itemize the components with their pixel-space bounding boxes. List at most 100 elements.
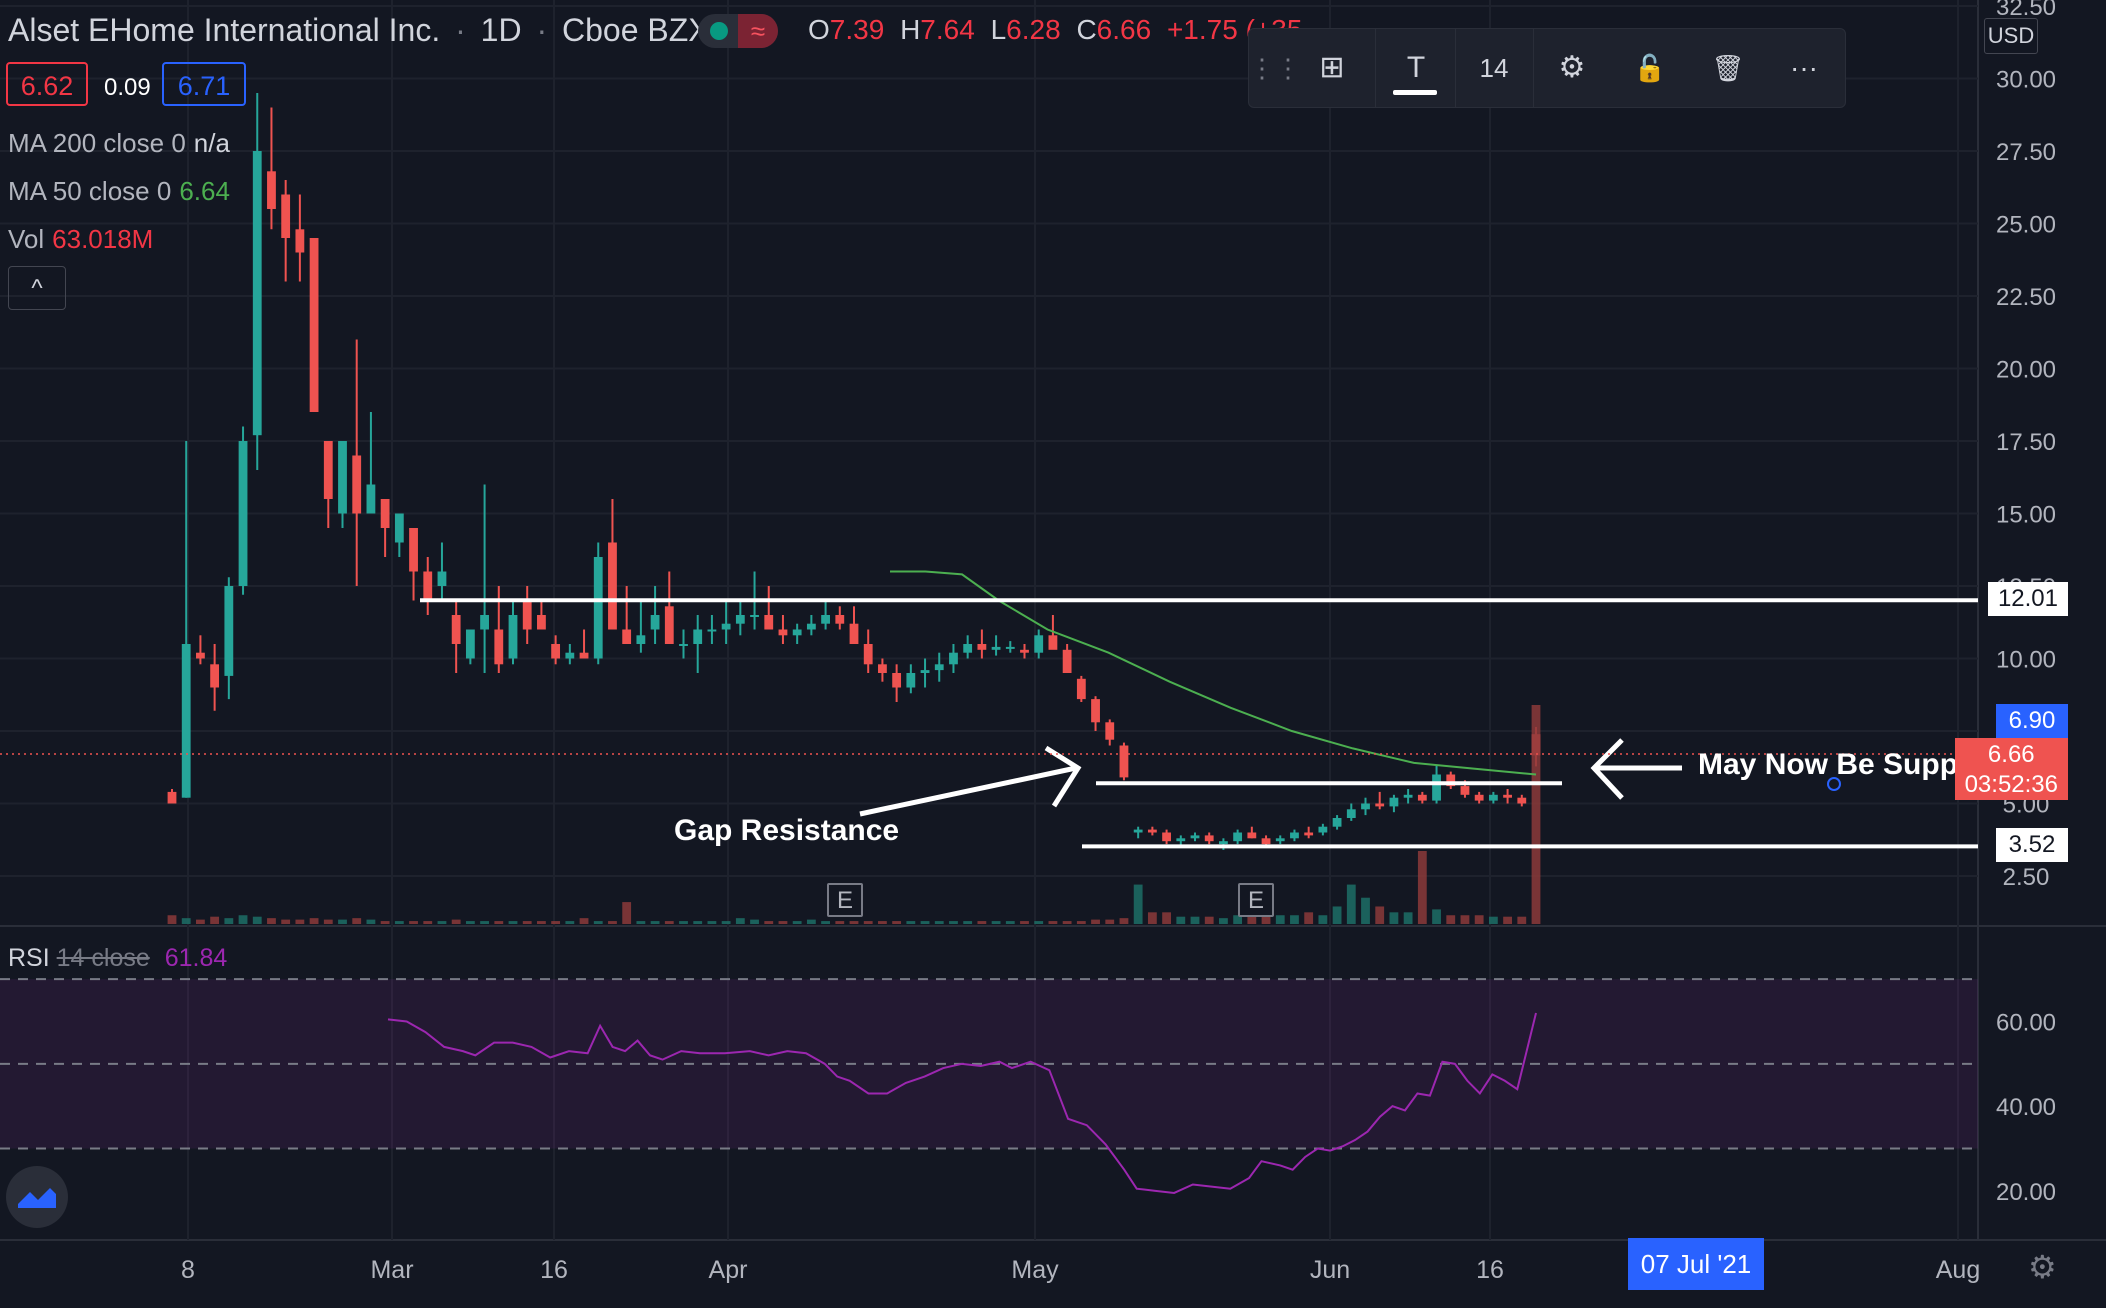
collapse-legend-button[interactable]: ^	[8, 266, 66, 310]
rsi-legend[interactable]: RSI 14 close 61.84	[8, 944, 227, 973]
rsi-tick-label: 40.00	[1996, 1094, 2056, 1121]
trash-icon[interactable]: 🗑	[1691, 29, 1765, 107]
candle-body	[480, 615, 489, 630]
y-tick-label: 25.00	[1996, 212, 2056, 239]
candle-body	[792, 629, 802, 636]
volume-bar	[1290, 915, 1299, 924]
earnings-marker[interactable]: E	[827, 883, 863, 917]
volume-bar	[1048, 921, 1058, 924]
candle-body	[551, 644, 561, 659]
y-tick-label: 17.50	[1996, 429, 2056, 456]
candle-body	[1488, 794, 1498, 801]
volume-bar	[323, 919, 333, 924]
volume-bar	[1133, 884, 1143, 924]
buy-price-box[interactable]: 6.71	[162, 62, 246, 106]
volume-bar	[650, 921, 660, 924]
volume-bar	[380, 921, 390, 924]
volume-bar	[1517, 916, 1527, 924]
chevron-up-icon: ^	[31, 275, 43, 302]
candle-body	[991, 646, 1001, 650]
candle-body	[622, 629, 632, 644]
volume-bar	[537, 921, 546, 924]
candle-body	[1346, 809, 1356, 818]
bar-countdown: 03:52:36	[1964, 771, 2058, 798]
candle-body	[1375, 803, 1385, 807]
volume-bar	[849, 921, 859, 924]
volume-bar	[494, 921, 504, 924]
volume-bar	[267, 918, 276, 924]
volume-bar	[878, 921, 887, 924]
volume-bar	[451, 919, 461, 924]
volume-bar	[835, 921, 845, 924]
high-value: 7.64	[920, 14, 975, 45]
market-status-toggle[interactable]: ≈	[698, 14, 778, 48]
candle-body	[1219, 841, 1228, 845]
candle-body	[1091, 699, 1100, 723]
level-label-low: 3.52	[1996, 828, 2068, 862]
price-chart[interactable]: 8Mar16AprMayJun16Aug2.505.007.5010.0012.…	[0, 0, 2106, 1308]
candle-body	[835, 615, 845, 624]
candle-body	[281, 194, 291, 238]
y-tick-label: 2.50	[2003, 864, 2050, 891]
text-icon: T	[1406, 51, 1426, 84]
candle-body	[920, 670, 930, 673]
volume-bar	[508, 921, 518, 924]
volume-bar	[1531, 705, 1541, 924]
volume-legend[interactable]: Vol 63.018M	[8, 224, 153, 255]
candle-body	[608, 542, 617, 630]
volume-bar	[252, 916, 262, 924]
volume-bar	[437, 921, 447, 924]
candle-body	[1290, 832, 1299, 839]
rsi-name: RSI	[8, 944, 50, 972]
volume-bar	[167, 915, 177, 924]
candle-body	[693, 629, 703, 644]
lock-icon[interactable]: 🔓	[1613, 29, 1687, 107]
candle-body	[1133, 829, 1143, 833]
candle-body	[1403, 794, 1413, 798]
ma50-legend[interactable]: MA 50 close 0 6.64	[8, 176, 230, 207]
settings-icon[interactable]: ⚙	[1535, 29, 1609, 107]
candle-body	[1119, 745, 1129, 778]
axis-settings-icon[interactable]: ⚙	[2028, 1248, 2057, 1286]
symbol-name[interactable]: Alset EHome International Inc.	[8, 12, 440, 48]
volume-bar	[1304, 912, 1314, 924]
tradingview-logo-icon[interactable]	[6, 1166, 68, 1228]
candle-body	[735, 615, 745, 624]
candle-body	[977, 644, 987, 650]
gap-resistance-label[interactable]: Gap Resistance	[674, 814, 899, 848]
rsi-tick-label: 60.00	[1996, 1010, 2056, 1037]
candle-body	[707, 629, 717, 632]
exchange-label: Cboe BZX	[562, 12, 710, 48]
volume-bar	[423, 921, 433, 924]
volume-bar	[735, 918, 745, 924]
text-tool-icon[interactable]: T	[1379, 29, 1453, 107]
x-tick-label: May	[1011, 1256, 1059, 1284]
interval-label[interactable]: 1D	[481, 12, 522, 48]
drag-handle-icon[interactable]: ⋮⋮	[1249, 29, 1301, 107]
volume-bar	[806, 919, 816, 924]
volume-bar	[707, 921, 717, 924]
volume-bar	[210, 916, 220, 924]
volume-bar	[977, 921, 987, 924]
candle-body	[1247, 832, 1257, 839]
sell-price-box[interactable]: 6.62	[6, 62, 88, 106]
candle-body	[593, 557, 603, 659]
more-icon[interactable]: ···	[1767, 29, 1841, 107]
earnings-marker[interactable]: E	[1238, 883, 1274, 917]
ma200-legend[interactable]: MA 200 close 0 n/a	[8, 128, 230, 159]
font-size-button[interactable]: 14	[1457, 29, 1531, 107]
candle-body	[892, 673, 902, 688]
object-tree-icon[interactable]: ⊞	[1295, 29, 1369, 107]
support-label[interactable]: May Now Be Support	[1698, 748, 1998, 782]
x-tick-label: Jun	[1310, 1256, 1350, 1284]
volume-bar	[920, 921, 930, 924]
volume-bar	[679, 921, 688, 924]
volume-bar	[1417, 851, 1427, 924]
volume-bar	[1020, 921, 1029, 924]
volume-bar	[1389, 912, 1399, 924]
open-value: 7.39	[829, 14, 885, 45]
volume-bar	[963, 921, 973, 924]
currency-label[interactable]: USD	[1984, 18, 2038, 54]
candle-body	[537, 615, 546, 630]
volume-bar	[1488, 916, 1498, 924]
